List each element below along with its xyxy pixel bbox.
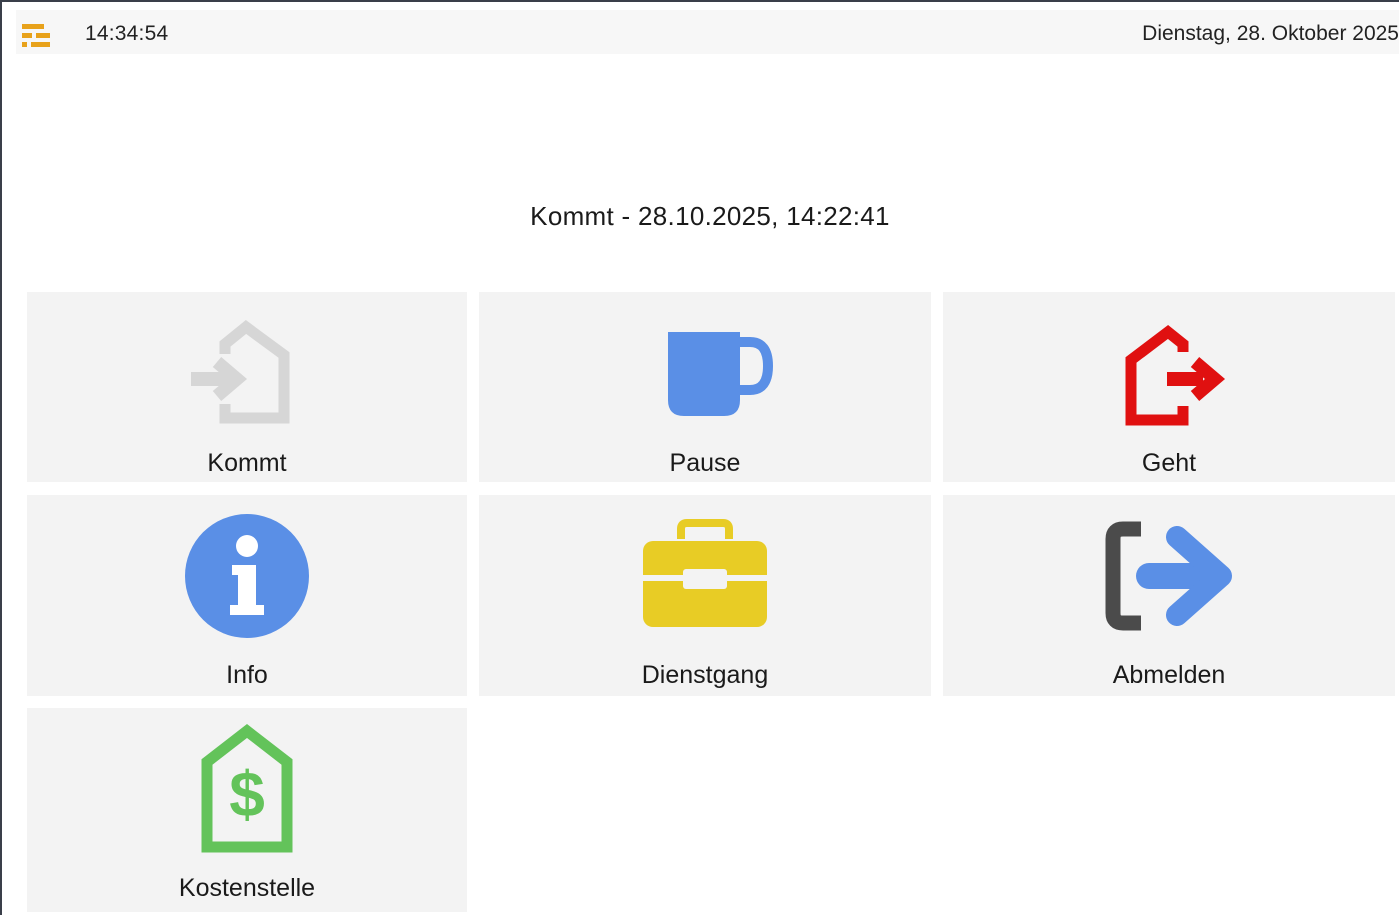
abmelden-button[interactable]: Abmelden — [943, 495, 1395, 696]
pause-button[interactable]: Pause — [479, 292, 931, 482]
coffee-mug-icon — [668, 332, 774, 416]
info-icon — [185, 514, 309, 638]
geht-label: Geht — [1141, 449, 1197, 477]
abmelden-label: Abmelden — [1112, 661, 1226, 689]
arrive-icon — [191, 320, 290, 424]
dienstgang-button[interactable]: Dienstgang — [479, 495, 931, 696]
last-booking-status: Kommt - 28.10.2025, 14:22:41 — [530, 201, 890, 231]
geht-button[interactable]: Geht — [943, 292, 1395, 482]
current-time: 14:34:54 — [85, 22, 169, 45]
pause-label: Pause — [669, 449, 741, 477]
svg-text:$: $ — [229, 758, 265, 830]
info-label: Info — [226, 661, 268, 689]
kostenstelle-label: Kostenstelle — [178, 874, 316, 902]
terminal-window: 14:34:54 Dienstag, 28. Oktober 2025 Komm… — [0, 0, 1399, 915]
kommt-button[interactable]: Kommt — [27, 292, 467, 482]
leave-icon — [1125, 325, 1226, 426]
dienstgang-label: Dienstgang — [641, 661, 769, 689]
kostenstelle-button[interactable]: $ Kostenstelle — [27, 708, 467, 912]
top-bar: 14:34:54 Dienstag, 28. Oktober 2025 — [16, 10, 1399, 54]
current-date: Dienstag, 28. Oktober 2025 — [1142, 22, 1399, 45]
info-button[interactable]: Info — [27, 495, 467, 696]
briefcase-icon — [643, 519, 767, 627]
logout-icon — [1105, 521, 1232, 631]
kommt-label: Kommt — [207, 449, 287, 477]
cost-center-icon: $ — [201, 724, 293, 853]
app-logo-icon — [22, 24, 50, 47]
